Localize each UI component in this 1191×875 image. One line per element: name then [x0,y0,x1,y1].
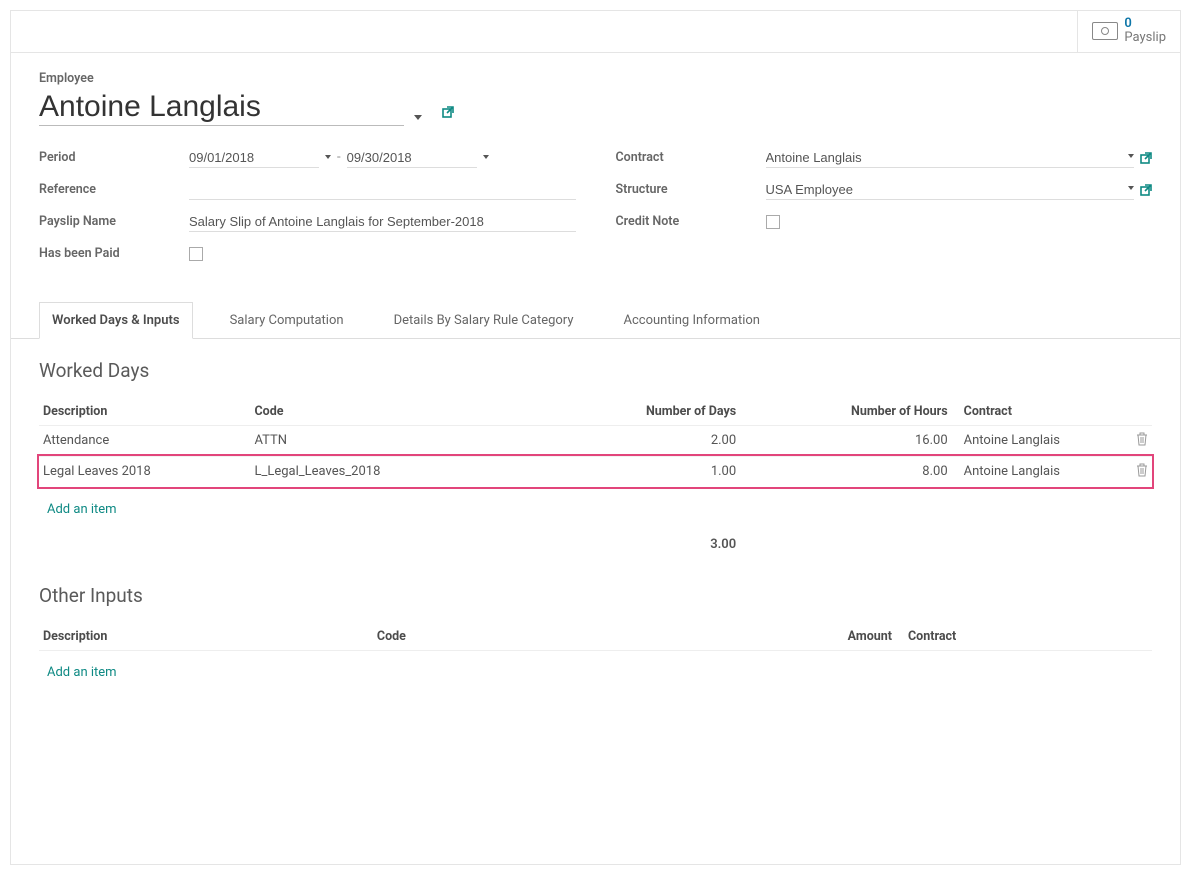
cell-hours: 8.00 [740,456,951,487]
col-description: Description [39,398,250,426]
col-days: Number of Days [518,398,741,426]
tab-details-rule[interactable]: Details By Salary Rule Category [381,302,587,339]
cell-desc: Legal Leaves 2018 [39,456,250,487]
has-been-paid-checkbox[interactable] [189,247,203,261]
period-label: Period [39,150,189,165]
dropdown-caret-icon[interactable] [414,115,422,120]
period-to-input[interactable] [347,148,477,168]
payslip-name-input[interactable] [189,212,576,232]
header-bar: 0 Payslip [11,11,1180,53]
cell-contract: Antoine Langlais [952,456,1119,487]
tab-content: Worked Days Description Code Number of D… [11,339,1180,864]
cell-code: ATTN [250,425,517,456]
employee-input[interactable] [39,90,404,126]
add-item-link[interactable]: Add an item [43,494,121,525]
payslip-form-card: 0 Payslip Employee Period - [10,10,1181,865]
contract-input[interactable] [766,148,1123,167]
has-been-paid-label: Has been Paid [39,246,189,261]
tab-accounting[interactable]: Accounting Information [610,302,773,339]
dropdown-caret-icon[interactable] [483,155,489,159]
external-link-icon[interactable] [1140,152,1152,164]
contract-label: Contract [616,150,766,165]
total-days: 3.00 [518,531,741,558]
trash-icon[interactable] [1136,463,1148,477]
employee-label: Employee [39,71,1152,86]
external-link-icon[interactable] [1140,184,1152,196]
period-separator: - [337,150,341,165]
structure-input[interactable] [766,180,1123,199]
dropdown-caret-icon[interactable] [325,155,331,159]
credit-note-checkbox[interactable] [766,215,780,229]
cell-days: 2.00 [518,425,741,456]
period-from-input[interactable] [189,148,319,168]
tab-salary-computation[interactable]: Salary Computation [217,302,357,339]
payslip-stat-button[interactable]: 0 Payslip [1077,11,1180,52]
payslip-stat-label: Payslip [1124,30,1166,46]
table-row[interactable]: Attendance ATTN 2.00 16.00 Antoine Langl… [39,425,1152,456]
col-amount: Amount [762,623,896,651]
money-icon [1092,22,1118,40]
col-code: Code [373,623,763,651]
right-column: Contract Structure [616,146,1153,274]
cell-contract: Antoine Langlais [952,425,1119,456]
cell-hours: 16.00 [740,425,951,456]
employee-row [39,90,1152,126]
add-item-link[interactable]: Add an item [43,657,121,688]
reference-input[interactable] [189,180,576,200]
cell-code: L_Legal_Leaves_2018 [250,456,517,487]
other-inputs-title: Other Inputs [39,584,1152,607]
tab-worked-days[interactable]: Worked Days & Inputs [39,302,193,339]
payslip-count: 0 [1124,17,1166,30]
structure-label: Structure [616,182,766,197]
trash-icon[interactable] [1136,432,1148,446]
payslip-name-label: Payslip Name [39,214,189,229]
worked-days-title: Worked Days [39,359,1152,382]
col-code: Code [250,398,517,426]
cell-desc: Attendance [39,425,250,456]
dropdown-caret-icon[interactable] [1128,186,1134,190]
col-hours: Number of Hours [740,398,951,426]
tabs: Worked Days & Inputs Salary Computation … [11,302,1180,339]
external-link-icon[interactable] [442,106,454,118]
col-contract: Contract [896,623,1119,651]
reference-label: Reference [39,182,189,197]
other-inputs-table: Description Code Amount Contract Add an … [39,623,1152,694]
col-description: Description [39,623,373,651]
col-contract: Contract [952,398,1119,426]
table-row[interactable]: Legal Leaves 2018 L_Legal_Leaves_2018 1.… [39,456,1152,487]
worked-days-table: Description Code Number of Days Number o… [39,398,1152,558]
left-column: Period - Reference Payslip Name [39,146,576,274]
credit-note-label: Credit Note [616,214,766,229]
dropdown-caret-icon[interactable] [1128,154,1134,158]
cell-days: 1.00 [518,456,741,487]
form-body: Employee Period - [11,53,1180,284]
